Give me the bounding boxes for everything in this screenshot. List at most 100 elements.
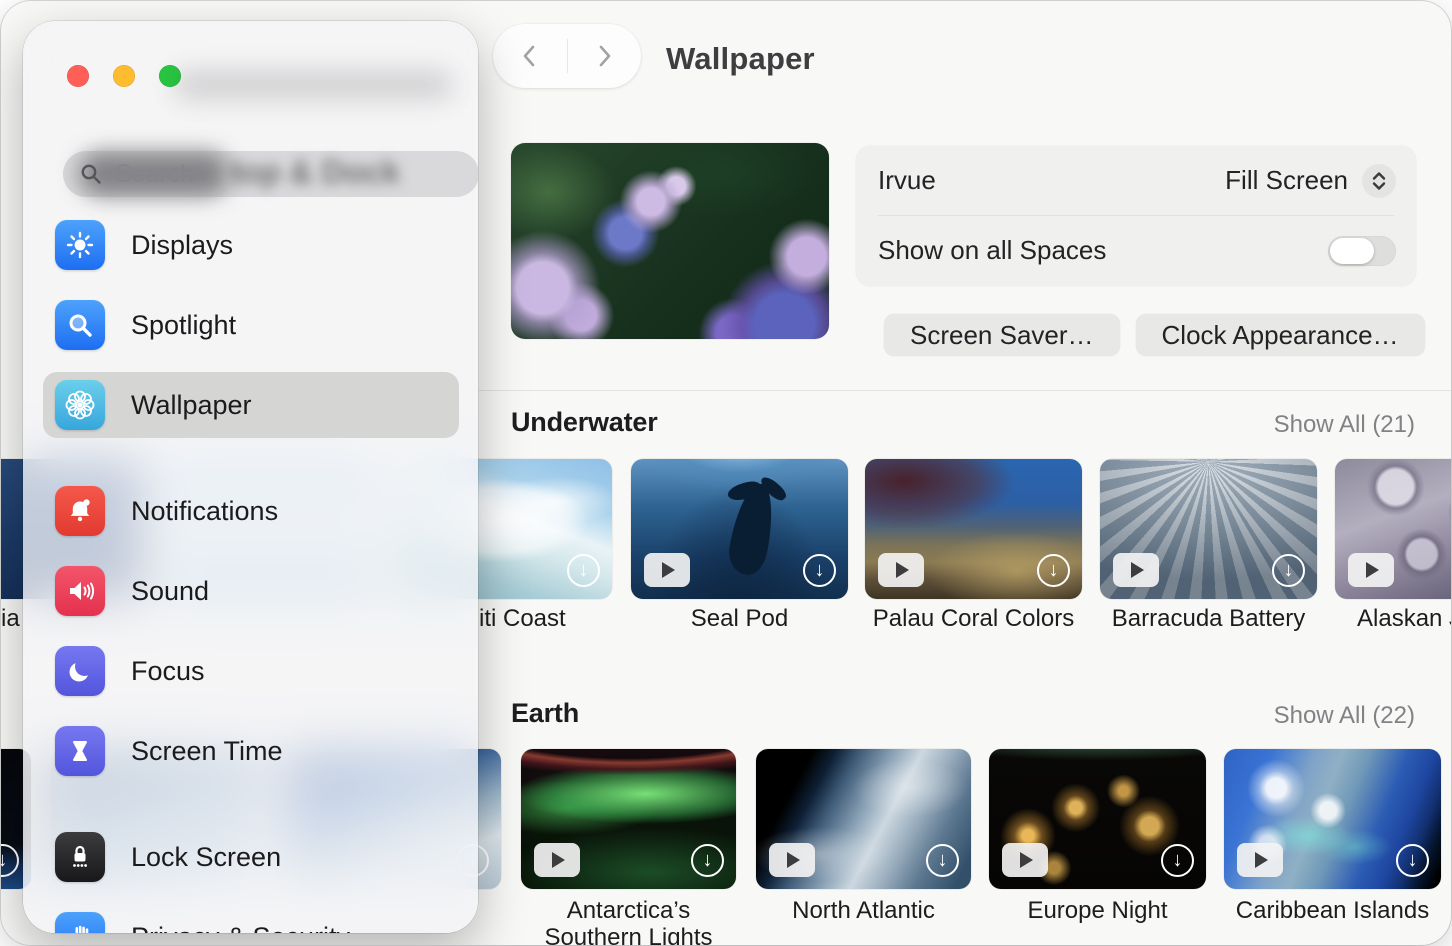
thumb-palau-coral-colors[interactable]: ↓ <box>865 459 1082 599</box>
source-label: Irvue <box>878 165 936 195</box>
toggle-knob <box>1330 237 1374 264</box>
sidebar-item-label: Notifications <box>131 495 279 526</box>
close-window-button[interactable] <box>67 65 89 87</box>
video-badge <box>769 843 815 877</box>
sidebar-item-label: Sound <box>131 575 210 606</box>
section-title-underwater: Underwater <box>511 407 658 437</box>
download-icon[interactable]: ↓ <box>1161 844 1194 877</box>
sidebar-item-lock-screen[interactable]: Lock Screen <box>43 824 459 890</box>
thumb-label: Alaskan Je <box>1357 605 1451 632</box>
sidebar-item-wallpaper[interactable]: Wallpaper <box>43 372 459 438</box>
fit-dropdown-button[interactable] <box>1362 163 1396 198</box>
download-icon[interactable]: ↓ <box>567 554 600 587</box>
sidebar-item-label: Focus <box>131 655 205 686</box>
nav-history-group <box>493 24 641 88</box>
window-controls <box>67 65 181 87</box>
focus-moon-icon <box>55 646 105 696</box>
sidebar-item-notifications[interactable]: Notifications <box>43 478 459 544</box>
download-icon[interactable]: ↓ <box>926 844 959 877</box>
search-icon <box>81 164 101 184</box>
screen-saver-button[interactable]: Screen Saver… <box>884 314 1120 356</box>
thumb-label: Europe Night <box>1027 897 1168 924</box>
video-badge <box>878 553 924 587</box>
sidebar-item-focus[interactable]: Focus <box>43 638 459 704</box>
minimize-window-button[interactable] <box>113 65 135 87</box>
sidebar-item-privacy-security[interactable]: Privacy & Security <box>43 904 459 933</box>
search-input[interactable] <box>113 158 447 190</box>
thumb-north-atlantic[interactable]: ↓ <box>756 749 971 889</box>
sidebar-item-label: Spotlight <box>131 309 237 340</box>
thumb-label: Barracuda Battery <box>1111 605 1306 632</box>
thumb-europe-night[interactable]: ↓ <box>989 749 1206 889</box>
spotlight-magnifier-icon <box>55 300 105 350</box>
wallpaper-options-card: Irvue Fill Screen Show on all Spaces <box>856 146 1416 286</box>
wallpaper-flower-icon <box>55 380 105 430</box>
source-row: Irvue Fill Screen <box>856 146 1416 215</box>
spaces-label: Show on all Spaces <box>878 235 1107 265</box>
sidebar-item-label: Privacy & Security <box>131 922 350 934</box>
sidebar-item-label: Displays <box>131 229 234 260</box>
play-icon <box>1366 562 1379 578</box>
thumb-caribbean-islands[interactable]: ↓ <box>1224 749 1441 889</box>
sidebar-item-screen-time[interactable]: Screen Time <box>43 718 459 784</box>
play-icon <box>1020 852 1033 868</box>
thumb-barracuda-battery[interactable]: ↓ <box>1100 459 1317 599</box>
section-title-earth: Earth <box>511 698 580 728</box>
show-all-earth[interactable]: Show All (22) <box>1274 702 1415 730</box>
thumb-label: Caribbean Islands <box>1235 897 1430 924</box>
section-divider <box>479 390 1451 391</box>
thumb-label: Seal Pod <box>690 605 789 632</box>
chevron-left-icon <box>523 45 535 67</box>
clock-appearance-button[interactable]: Clock Appearance… <box>1135 314 1425 356</box>
sidebar-item-displays[interactable]: Displays <box>43 212 459 278</box>
lock-screen-padlock-icon <box>55 832 105 882</box>
video-badge <box>644 553 690 587</box>
download-icon[interactable]: ↓ <box>691 844 724 877</box>
sidebar-item-label: Screen Time <box>131 735 283 766</box>
play-icon <box>787 852 800 868</box>
thumb-alaskan-jellies[interactable] <box>1335 459 1451 599</box>
thumb-label: North Atlantic <box>792 897 935 924</box>
download-icon[interactable]: ↓ <box>803 554 836 587</box>
thumb-antarcticas-southern-lights[interactable]: ↓ <box>521 749 736 889</box>
chevron-right-icon <box>599 45 611 67</box>
sidebar-item-spotlight[interactable]: Spotlight <box>43 292 459 358</box>
download-icon[interactable]: ↓ <box>1272 554 1305 587</box>
sound-speaker-icon <box>55 566 105 616</box>
download-icon[interactable]: ↓ <box>1037 554 1070 587</box>
search-field[interactable] <box>63 151 478 197</box>
play-icon <box>896 562 909 578</box>
sidebar-item-sound[interactable]: Sound <box>43 558 459 624</box>
screenshot-stage: Wallpaper Irvue Fill Screen Show on all … <box>0 0 1452 946</box>
download-icon[interactable]: ↓ <box>1396 844 1429 877</box>
seal-silhouette <box>725 480 779 578</box>
spaces-row: Show on all Spaces <box>856 216 1416 285</box>
show-on-all-spaces-toggle[interactable] <box>1328 235 1396 266</box>
thumb-label: iti Coast <box>479 605 566 632</box>
video-badge <box>534 843 580 877</box>
fit-value: Fill Screen <box>1225 165 1348 195</box>
back-button[interactable] <box>493 24 567 88</box>
displays-sun-icon <box>55 220 105 270</box>
settings-sidebar: top & Dock Displays Spotlight <box>23 21 478 933</box>
sidebar-item-label: Lock Screen <box>131 841 282 872</box>
thumb-label: ia <box>1 605 20 632</box>
action-buttons: Screen Saver… Clock Appearance… <box>884 314 1425 356</box>
thumb-label: Antarctica’s Southern Lights <box>544 897 713 945</box>
play-icon <box>1131 562 1144 578</box>
page-title: Wallpaper <box>666 41 815 76</box>
video-badge <box>1348 553 1394 587</box>
video-badge <box>1113 553 1159 587</box>
download-icon[interactable]: ↓ <box>1 844 19 877</box>
play-icon <box>662 562 675 578</box>
thumb-seal-pod[interactable]: ↓ <box>631 459 848 599</box>
video-badge <box>1002 843 1048 877</box>
chevron-up-down-icon <box>1372 171 1386 190</box>
current-wallpaper-preview <box>511 143 829 339</box>
forward-button[interactable] <box>568 24 642 88</box>
notifications-bell-icon <box>55 486 105 536</box>
privacy-hand-icon <box>55 912 105 933</box>
show-all-underwater[interactable]: Show All (21) <box>1274 411 1415 439</box>
play-icon <box>552 852 565 868</box>
system-settings-window: Wallpaper Irvue Fill Screen Show on all … <box>1 1 1451 945</box>
